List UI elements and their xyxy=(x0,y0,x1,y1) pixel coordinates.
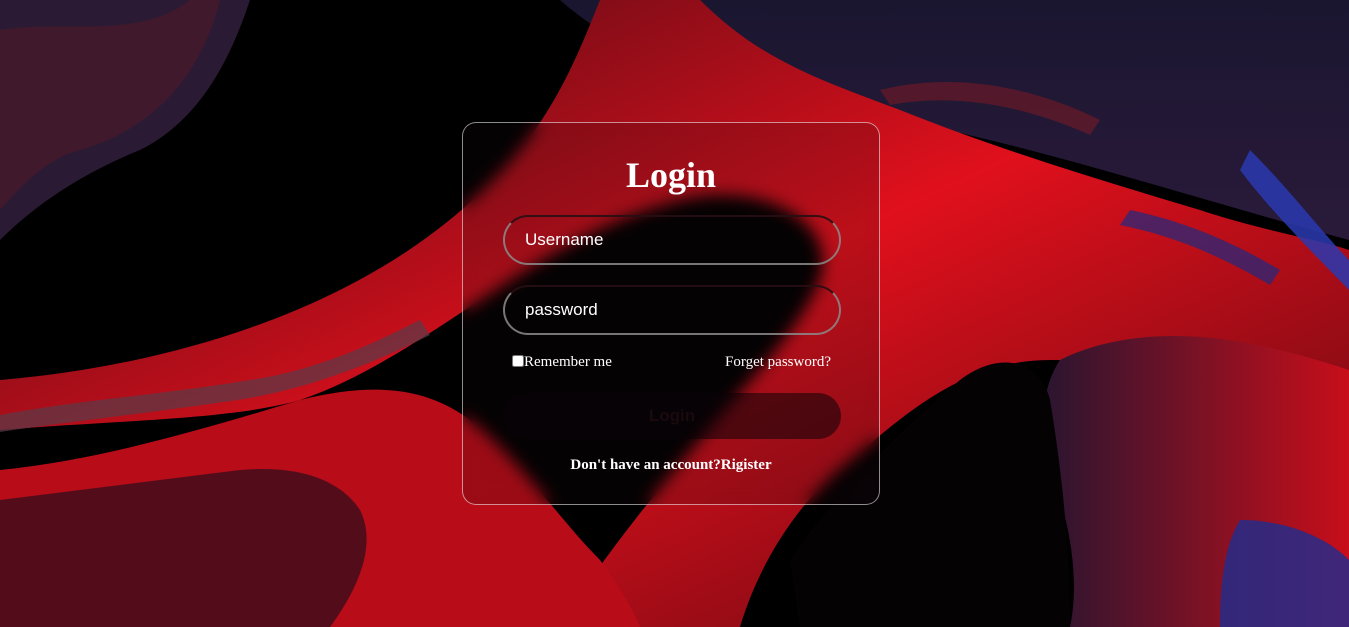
username-input[interactable] xyxy=(503,215,841,265)
register-prompt: Don't have an account?Rigister xyxy=(463,457,879,474)
login-button[interactable]: Login xyxy=(503,393,841,439)
login-title: Login xyxy=(625,155,717,195)
login-options: Remember me Forget password? xyxy=(512,354,831,376)
register-prompt-text: Don't have an account? xyxy=(570,457,721,473)
forgot-password-link[interactable]: Forget password? xyxy=(725,354,831,371)
register-link[interactable]: Rigister xyxy=(721,457,772,473)
remember-me-checkbox[interactable] xyxy=(512,354,524,367)
remember-me-label: Remember me xyxy=(524,354,612,370)
password-input[interactable] xyxy=(503,285,841,335)
remember-me[interactable]: Remember me xyxy=(512,354,612,371)
login-card: Login Remember me Forget password? Login… xyxy=(462,122,880,505)
